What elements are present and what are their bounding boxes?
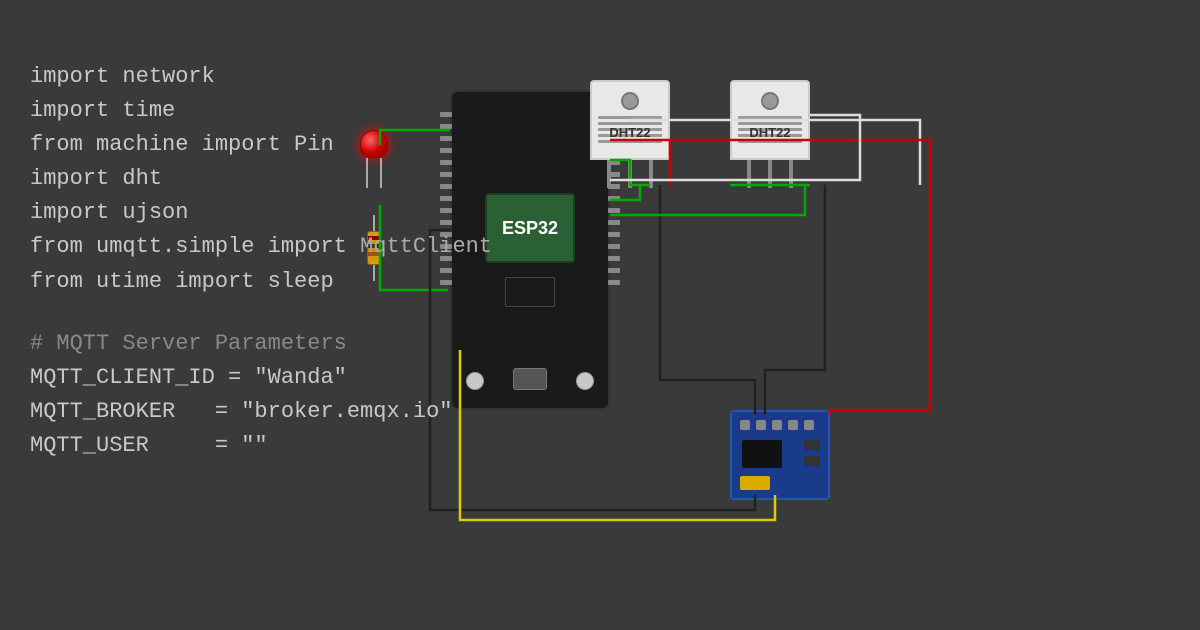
pin	[608, 232, 620, 237]
dht22-pin	[628, 160, 632, 188]
blue-pin	[804, 420, 814, 430]
dht22-pin	[768, 160, 772, 188]
blue-module-small-components	[804, 440, 820, 466]
green-wire-resistor	[380, 205, 448, 290]
black-wire-gnd-2	[765, 185, 825, 415]
pin	[440, 172, 452, 177]
pin	[608, 244, 620, 249]
led-leg-anode	[366, 158, 368, 188]
led-leg-cathode	[380, 158, 382, 188]
resistor-body	[367, 231, 381, 265]
pin	[440, 196, 452, 201]
dht22-hole-2	[761, 92, 779, 110]
black-wire-gnd-1	[660, 185, 755, 415]
blue-module-chip	[742, 440, 782, 468]
led-legs	[360, 158, 388, 188]
dht22-grille-line	[598, 116, 662, 119]
blue-pin	[756, 420, 766, 430]
esp32-button-left[interactable]	[466, 372, 484, 390]
pin	[440, 112, 452, 117]
blue-pin	[788, 420, 798, 430]
led-component	[360, 130, 388, 188]
pin	[440, 220, 452, 225]
dht22-pins-1	[590, 160, 670, 188]
dht22-pin	[607, 160, 611, 188]
red-wire-blue-module	[830, 185, 930, 415]
pin	[440, 256, 452, 261]
pin	[440, 268, 452, 273]
blue-pin	[772, 420, 782, 430]
esp32-board: ESP32	[450, 90, 610, 410]
pin	[440, 280, 452, 285]
dht22-pin	[789, 160, 793, 188]
pin	[440, 124, 452, 129]
pin	[440, 244, 452, 249]
pin	[440, 208, 452, 213]
pin	[440, 160, 452, 165]
dht22-label-1: DHT22	[592, 125, 668, 140]
resistor-stripe-1	[368, 236, 380, 240]
dht22-grille-line	[598, 140, 662, 143]
small-component	[804, 440, 820, 450]
esp32-secondary-chip	[505, 277, 555, 307]
pin	[608, 256, 620, 261]
small-component	[804, 456, 820, 466]
dht22-sensor-1: DHT22	[590, 80, 670, 190]
esp32-pins-left	[440, 112, 452, 285]
resistor-stripe-2	[368, 244, 380, 248]
pin	[608, 208, 620, 213]
pin	[440, 184, 452, 189]
esp32-button-right[interactable]	[576, 372, 594, 390]
pin	[440, 148, 452, 153]
dht22-sensor-2: DHT22	[730, 80, 810, 190]
dht22-hole-1	[621, 92, 639, 110]
esp32-usb-port	[513, 368, 547, 390]
blue-sensor-module	[730, 410, 830, 500]
blue-module-pin-row	[740, 420, 820, 430]
dht22-pins-2	[730, 160, 810, 188]
resistor-component	[367, 215, 381, 281]
led-dome	[360, 130, 388, 158]
dht22-label-2: DHT22	[732, 125, 808, 140]
resistor-leg-bottom	[373, 265, 375, 281]
blue-pin	[740, 420, 750, 430]
pin	[608, 196, 620, 201]
pin	[440, 232, 452, 237]
resistor-stripe-3	[368, 252, 380, 256]
dht22-body-2: DHT22	[730, 80, 810, 160]
dht22-body-1: DHT22	[590, 80, 670, 160]
pin	[608, 280, 620, 285]
pin	[608, 220, 620, 225]
dht22-pin	[649, 160, 653, 188]
pin	[440, 136, 452, 141]
blue-module-yellow-component	[740, 476, 770, 490]
dht22-grille-line	[738, 140, 802, 143]
dht22-grille-line	[738, 116, 802, 119]
resistor-leg-top	[373, 215, 375, 231]
circuit-diagram: ESP32 DHT22	[300, 30, 1170, 600]
pin	[608, 268, 620, 273]
esp32-chip-label: ESP32	[485, 193, 575, 263]
dht22-pin	[747, 160, 751, 188]
